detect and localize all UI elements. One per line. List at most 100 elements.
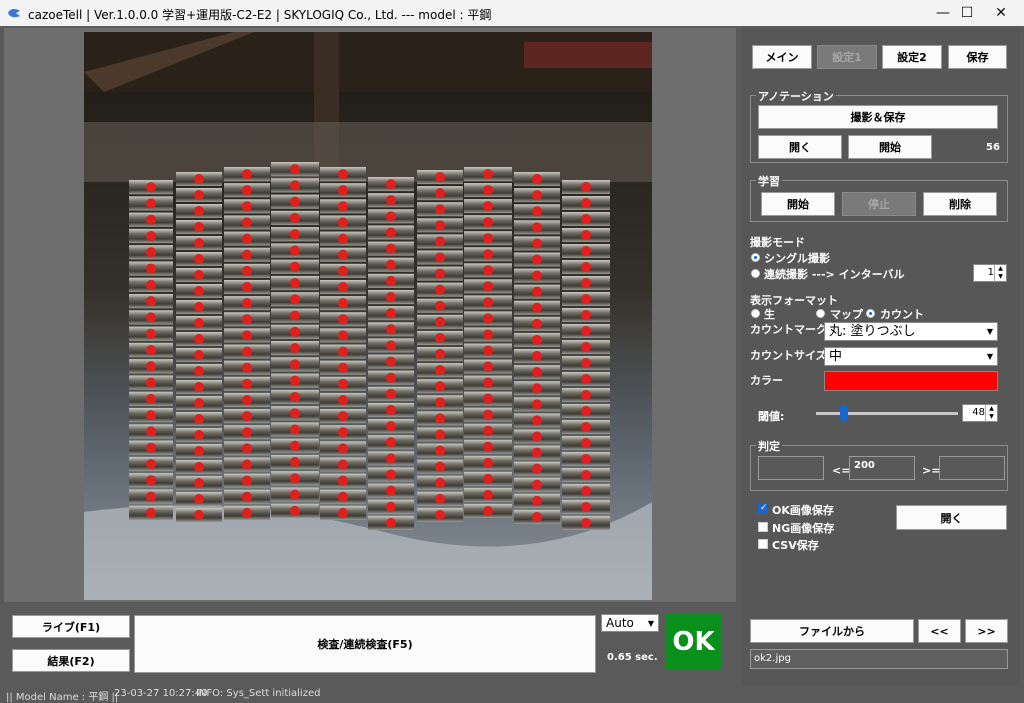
count-mark [146,507,156,518]
count-mark [386,243,396,254]
count-mark [242,362,252,373]
count-mark [532,399,542,410]
count-mark [386,453,396,464]
save-button[interactable]: 保存 [948,45,1007,69]
count-radio[interactable] [866,309,875,318]
learning-start-button[interactable]: 開始 [761,192,835,216]
count-mark [581,374,591,384]
prev-file-button[interactable]: << [918,619,961,643]
count-mark [338,411,348,422]
count-mark [194,270,204,280]
raw-label: 生 [764,308,775,321]
count-mark [338,394,348,405]
count-mark [194,222,204,232]
count-mark [242,443,252,454]
count-mark [435,413,445,424]
interval-spinner[interactable]: 1 ▲ ▼ [973,264,1007,282]
count-mark [435,220,445,231]
filename-field[interactable]: ok2.jpg [750,649,1008,669]
result-button[interactable]: 結果(F2) [12,649,130,672]
main-area: ライブ(F1) 結果(F2) 検査/連続検査(F5) Auto ▼ 0.65 s… [0,26,1024,703]
count-mark [581,246,591,256]
threshold-spinner[interactable]: 48 ▲ ▼ [962,404,998,422]
ok-save-label: OK画像保存 [772,504,834,517]
count-mark [386,437,396,448]
count-mark [483,265,493,276]
save-open-button[interactable]: 開く [896,505,1007,530]
chevron-down-icon: ▼ [647,619,654,628]
count-mark [581,486,591,496]
count-mark [146,263,156,274]
annotation-start-button[interactable]: 開始 [848,135,932,159]
count-mark [386,356,396,367]
count-mark [146,410,156,421]
settings2-button[interactable]: 設定2 [882,45,942,69]
annotation-open-button[interactable]: 開く [758,135,842,159]
single-capture-radio[interactable] [751,253,760,262]
judgement-upper-input[interactable] [939,456,1005,480]
inspect-button[interactable]: 検査/連続検査(F5) [134,615,596,673]
count-mark [290,278,300,289]
count-mark [532,479,542,490]
count-mark [290,391,300,402]
judgement-group-label: 判定 [756,438,782,454]
map-radio[interactable] [816,309,825,318]
count-mark [483,441,493,452]
mode-select[interactable]: Auto ▼ [601,614,659,632]
count-mark [386,501,396,512]
learning-delete-button[interactable]: 削除 [923,192,997,216]
ng-save-checkbox[interactable] [758,522,768,532]
count-mark [386,308,396,319]
count-mark [146,182,156,193]
count-mark [386,340,396,351]
count-mark [581,182,591,192]
close-button[interactable]: ✕ [978,0,1024,26]
count-size-value: 中 [829,349,843,364]
judgement-value-input[interactable]: 200 [849,456,915,480]
count-mark [146,214,156,225]
count-mark [581,438,591,448]
status-bar: || Model Name : 平鋼 || 23-03-27 10:27:40 … [0,685,1024,703]
count-mark [532,222,542,233]
count-mark [194,430,204,440]
count-mark [146,231,156,241]
ok-save-checkbox[interactable] [758,503,768,514]
judgement-lower-input[interactable] [758,456,824,480]
count-mark [290,245,300,256]
count-mark [242,459,252,470]
count-mark [532,270,542,281]
camera-image-svg [84,32,652,600]
count-size-select[interactable]: 中 ▼ [824,347,998,366]
csv-save-checkbox[interactable] [758,539,768,549]
raw-radio[interactable] [751,309,760,318]
count-mark [435,381,445,392]
judgement-op1: <= [832,464,851,477]
from-file-button[interactable]: ファイルから [750,619,914,643]
continuous-capture-radio[interactable] [751,269,760,278]
count-mark [194,494,204,504]
next-file-button[interactable]: >> [965,619,1008,643]
count-mark [338,217,348,228]
threshold-slider[interactable] [840,405,849,421]
count-mark [338,459,348,470]
color-swatch[interactable] [824,371,998,391]
count-mark [483,329,493,340]
learning-stop-button[interactable]: 停止 [842,192,916,216]
count-mark [146,393,156,404]
settings1-button[interactable]: 設定1 [817,45,877,69]
count-mark [194,382,204,392]
count-mark [290,212,300,223]
count-mark [581,502,591,512]
capture-save-button[interactable]: 撮影＆保存 [758,105,998,129]
status-time: 23-03-27 10:27:40 [114,688,208,699]
judgement-op2: >= [922,464,941,477]
main-button[interactable]: メイン [752,45,812,69]
count-mark [290,505,300,516]
count-mark-select[interactable]: 丸: 塗りつぶし ▼ [824,322,998,341]
count-mark [532,286,542,297]
count-mark [532,511,542,522]
count-mark [532,302,542,313]
live-button[interactable]: ライブ(F1) [12,615,130,638]
count-mark [435,365,445,376]
count-mark [290,343,300,354]
